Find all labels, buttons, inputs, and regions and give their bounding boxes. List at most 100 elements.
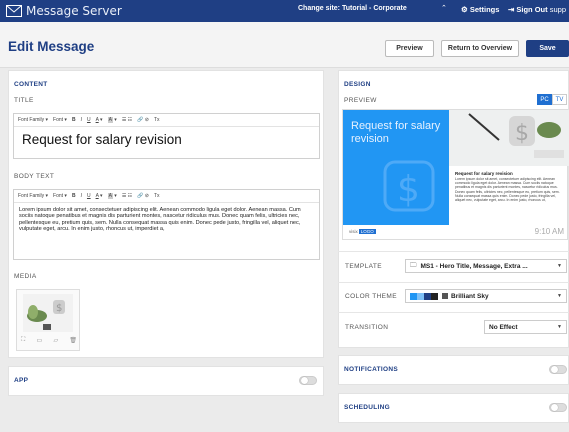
title-editor[interactable]: Font Family ▾ Font ▾ B I U A ▾ A ▾ ☰ ☷ 🔗… — [13, 113, 320, 159]
transition-value: No Effect — [489, 323, 518, 331]
underline-button[interactable]: U — [87, 117, 91, 123]
media-actions: ⛶ ▭ ▱ 🗑 — [21, 337, 77, 344]
bold-button[interactable]: B — [72, 117, 76, 123]
text-color-button[interactable]: A ▾ — [96, 117, 103, 123]
text-color-button[interactable]: A ▾ — [96, 193, 103, 199]
app-title: Message Server — [26, 4, 122, 18]
return-to-overview-button[interactable]: Return to Overview — [441, 40, 519, 57]
preview-button[interactable]: Preview — [385, 40, 434, 57]
italic-button[interactable]: I — [81, 117, 82, 123]
bold-button[interactable]: B — [72, 193, 76, 199]
envelope-icon — [6, 5, 22, 17]
preview-body: $ Request for salary revision Lorem ipsu… — [449, 110, 569, 225]
highlight-button[interactable]: A ▾ — [107, 117, 117, 123]
save-button[interactable]: Save — [526, 40, 569, 57]
replace-icon[interactable]: ▭ — [36, 337, 42, 344]
visix-badge: LOGO — [358, 229, 376, 234]
template-select[interactable]: 🗀 MS1 - Hero Title, Message, Extra ... ▼ — [405, 259, 567, 273]
text-color-label: A — [95, 193, 99, 199]
theme-swatches — [410, 292, 438, 300]
link-buttons[interactable]: 🔗 ⊘ — [137, 117, 149, 123]
font-label: Font — [53, 193, 64, 199]
site-dropdown-icon[interactable]: ⌃ — [441, 4, 447, 12]
media-image: $ — [23, 294, 73, 332]
folder-icon[interactable]: ▱ — [53, 337, 58, 344]
title-toolbar: Font Family ▾ Font ▾ B I U A ▾ A ▾ ☰ ☷ 🔗… — [14, 114, 319, 127]
content-heading: CONTENT — [14, 81, 48, 88]
divider — [338, 312, 569, 313]
app-heading: APP — [14, 377, 29, 384]
pc-toggle[interactable]: PC — [537, 94, 552, 105]
clear-format-button[interactable]: Tx — [154, 117, 160, 123]
divider — [338, 251, 569, 252]
list-buttons[interactable]: ☰ ☷ — [122, 117, 132, 123]
highlight-button[interactable]: A ▾ — [107, 193, 117, 199]
change-site-link[interactable]: Change site: Tutorial - Corporate — [298, 5, 407, 12]
preview-title: Request for salary revision — [351, 120, 441, 145]
svg-text:$: $ — [515, 121, 529, 146]
color-theme-value: Brilliant Sky — [451, 292, 489, 300]
top-bar: Message Server Change site: Tutorial - C… — [0, 0, 569, 22]
underline-button[interactable]: U — [87, 193, 91, 199]
sign-out-label: Sign Out — [516, 5, 548, 14]
dollar-watermark-icon: $ — [383, 160, 435, 212]
text-color-label: A — [95, 117, 99, 123]
transition-label: TRANSITION — [345, 324, 389, 331]
visix-logo: visix LOGO — [348, 229, 376, 235]
body-text-editor[interactable]: Font Family ▾ Font ▾ B I U A ▾ A ▾ ☰ ☷ 🔗… — [13, 189, 320, 260]
app-toggle[interactable] — [299, 376, 317, 385]
template-icon: 🗀 — [410, 261, 417, 269]
notifications-heading: NOTIFICATIONS — [344, 366, 398, 373]
scheduling-heading: SCHEDULING — [344, 404, 390, 411]
body-toolbar: Font Family ▾ Font ▾ B I U A ▾ A ▾ ☰ ☷ 🔗… — [14, 190, 319, 203]
divider — [338, 282, 569, 283]
user-name: supp — [549, 5, 566, 14]
template-value: MS1 - Hero Title, Message, Extra ... — [420, 262, 528, 270]
color-theme-label: COLOR THEME — [345, 293, 397, 300]
italic-button[interactable]: I — [81, 193, 82, 199]
svg-text:$: $ — [397, 169, 420, 210]
app-logo: Message Server — [6, 4, 122, 18]
font-dropdown[interactable]: Font ▾ — [53, 117, 67, 123]
preview-label: PREVIEW — [344, 97, 377, 104]
media-label: MEDIA — [14, 273, 37, 280]
notifications-toggle[interactable] — [549, 365, 567, 374]
font-dropdown[interactable]: Font ▾ — [53, 193, 67, 199]
gear-icon: ⚙ — [461, 5, 468, 14]
chevron-down-icon: ▼ — [557, 324, 562, 330]
font-family-dropdown[interactable]: Font Family ▾ — [18, 193, 48, 199]
crop-icon[interactable]: ⛶ — [21, 337, 25, 344]
font-family-label: Font Family — [18, 117, 45, 123]
trash-icon[interactable]: 🗑 — [69, 337, 77, 344]
preview-message-title: Request for salary revision — [455, 171, 513, 176]
color-theme-select[interactable]: Brilliant Sky ▼ — [405, 289, 567, 303]
preview-hero: Request for salary revision $ — [343, 110, 449, 225]
app-panel — [8, 366, 324, 396]
link-buttons[interactable]: 🔗 ⊘ — [137, 193, 149, 199]
font-family-label: Font Family — [18, 193, 45, 199]
visix-brand: visix — [349, 229, 358, 234]
tv-toggle[interactable]: TV — [552, 94, 567, 105]
highlight-label: A — [107, 193, 113, 199]
scheduling-toggle[interactable] — [549, 403, 567, 412]
font-family-dropdown[interactable]: Font Family ▾ — [18, 117, 48, 123]
font-label: Font — [53, 117, 64, 123]
sign-out-link[interactable]: ⇥ Sign Out supp — [508, 5, 566, 14]
chevron-down-icon: ▼ — [557, 263, 562, 269]
theme-square-icon — [442, 293, 448, 299]
transition-select[interactable]: No Effect ▼ — [484, 320, 567, 334]
clear-format-button[interactable]: Tx — [154, 193, 160, 199]
design-heading: DESIGN — [344, 81, 371, 88]
svg-text:$: $ — [56, 303, 62, 314]
media-thumbnail[interactable]: $ ⛶ ▭ ▱ 🗑 — [16, 289, 80, 351]
preview-time: 9:10 AM — [534, 227, 564, 236]
list-buttons[interactable]: ☰ ☷ — [122, 193, 132, 199]
body-text-label: BODY TEXT — [14, 173, 55, 180]
highlight-label: A — [107, 117, 113, 123]
chevron-down-icon: ▼ — [557, 293, 562, 299]
sign-out-icon: ⇥ — [508, 5, 515, 14]
title-label: TITLE — [14, 97, 34, 104]
settings-link[interactable]: ⚙ Settings — [461, 5, 499, 14]
preview-image: $ — [449, 110, 569, 166]
preview-message-text: Lorem ipsum dolor sit amet, consectetuer… — [455, 177, 560, 203]
